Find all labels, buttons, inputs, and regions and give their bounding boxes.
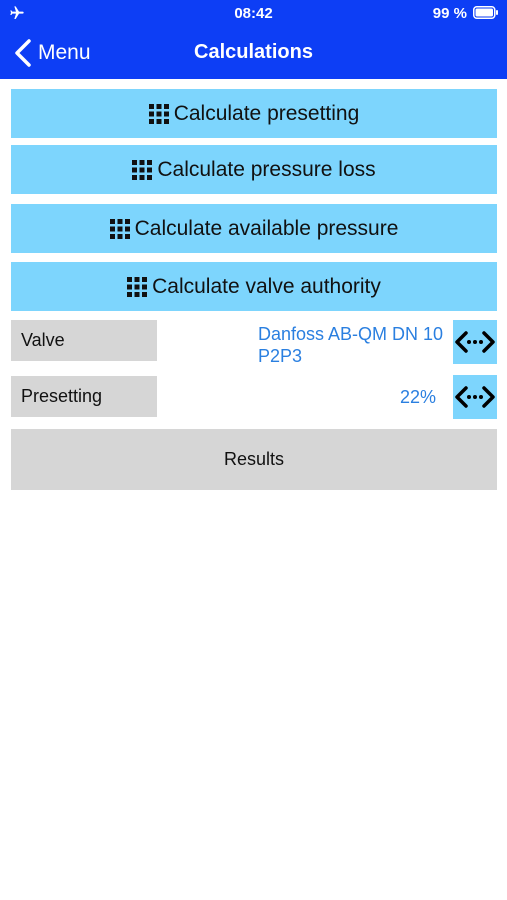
grid-icon bbox=[109, 218, 130, 239]
presetting-value[interactable]: 22% bbox=[400, 386, 436, 408]
button-label: Calculate valve authority bbox=[152, 274, 381, 298]
battery-icon bbox=[473, 6, 498, 19]
status-bar: 08:42 99 % bbox=[0, 0, 507, 26]
swap-arrows-icon bbox=[455, 331, 495, 353]
calculate-presetting-button[interactable]: Calculate presetting bbox=[11, 89, 497, 138]
status-time: 08:42 bbox=[234, 5, 273, 22]
results-label: Results bbox=[223, 449, 285, 469]
calculate-available-pressure-button[interactable]: Calculate available pressure bbox=[11, 204, 497, 253]
valve-value[interactable]: Danfoss AB-QM DN 10 P2P3 bbox=[258, 323, 443, 367]
calculate-pressure-loss-button[interactable]: Calculate pressure loss bbox=[11, 145, 497, 194]
page-title: Calculations bbox=[194, 41, 313, 63]
valve-value-line2: P2P3 bbox=[258, 346, 303, 366]
calculate-valve-authority-button[interactable]: Calculate valve authority bbox=[11, 262, 497, 311]
grid-icon bbox=[132, 159, 153, 180]
grid-icon bbox=[127, 276, 148, 297]
swap-arrows-icon bbox=[455, 386, 495, 408]
app-header: 08:42 99 % Menu Calculations bbox=[0, 0, 507, 79]
button-label: Calculate pressure loss bbox=[157, 157, 376, 181]
valve-value-line1: Danfoss AB-QM DN 10 bbox=[258, 324, 444, 344]
button-label: Calculate presetting bbox=[173, 101, 360, 125]
button-label: Calculate available pressure bbox=[134, 216, 399, 240]
results-button[interactable]: Results bbox=[11, 429, 497, 490]
battery-percentage: 99 % bbox=[432, 5, 467, 22]
valve-label: Valve bbox=[11, 320, 157, 361]
presetting-select-button[interactable] bbox=[453, 375, 497, 419]
presetting-label: Presetting bbox=[11, 376, 157, 417]
grid-icon bbox=[148, 103, 169, 124]
valve-select-button[interactable] bbox=[453, 320, 497, 364]
